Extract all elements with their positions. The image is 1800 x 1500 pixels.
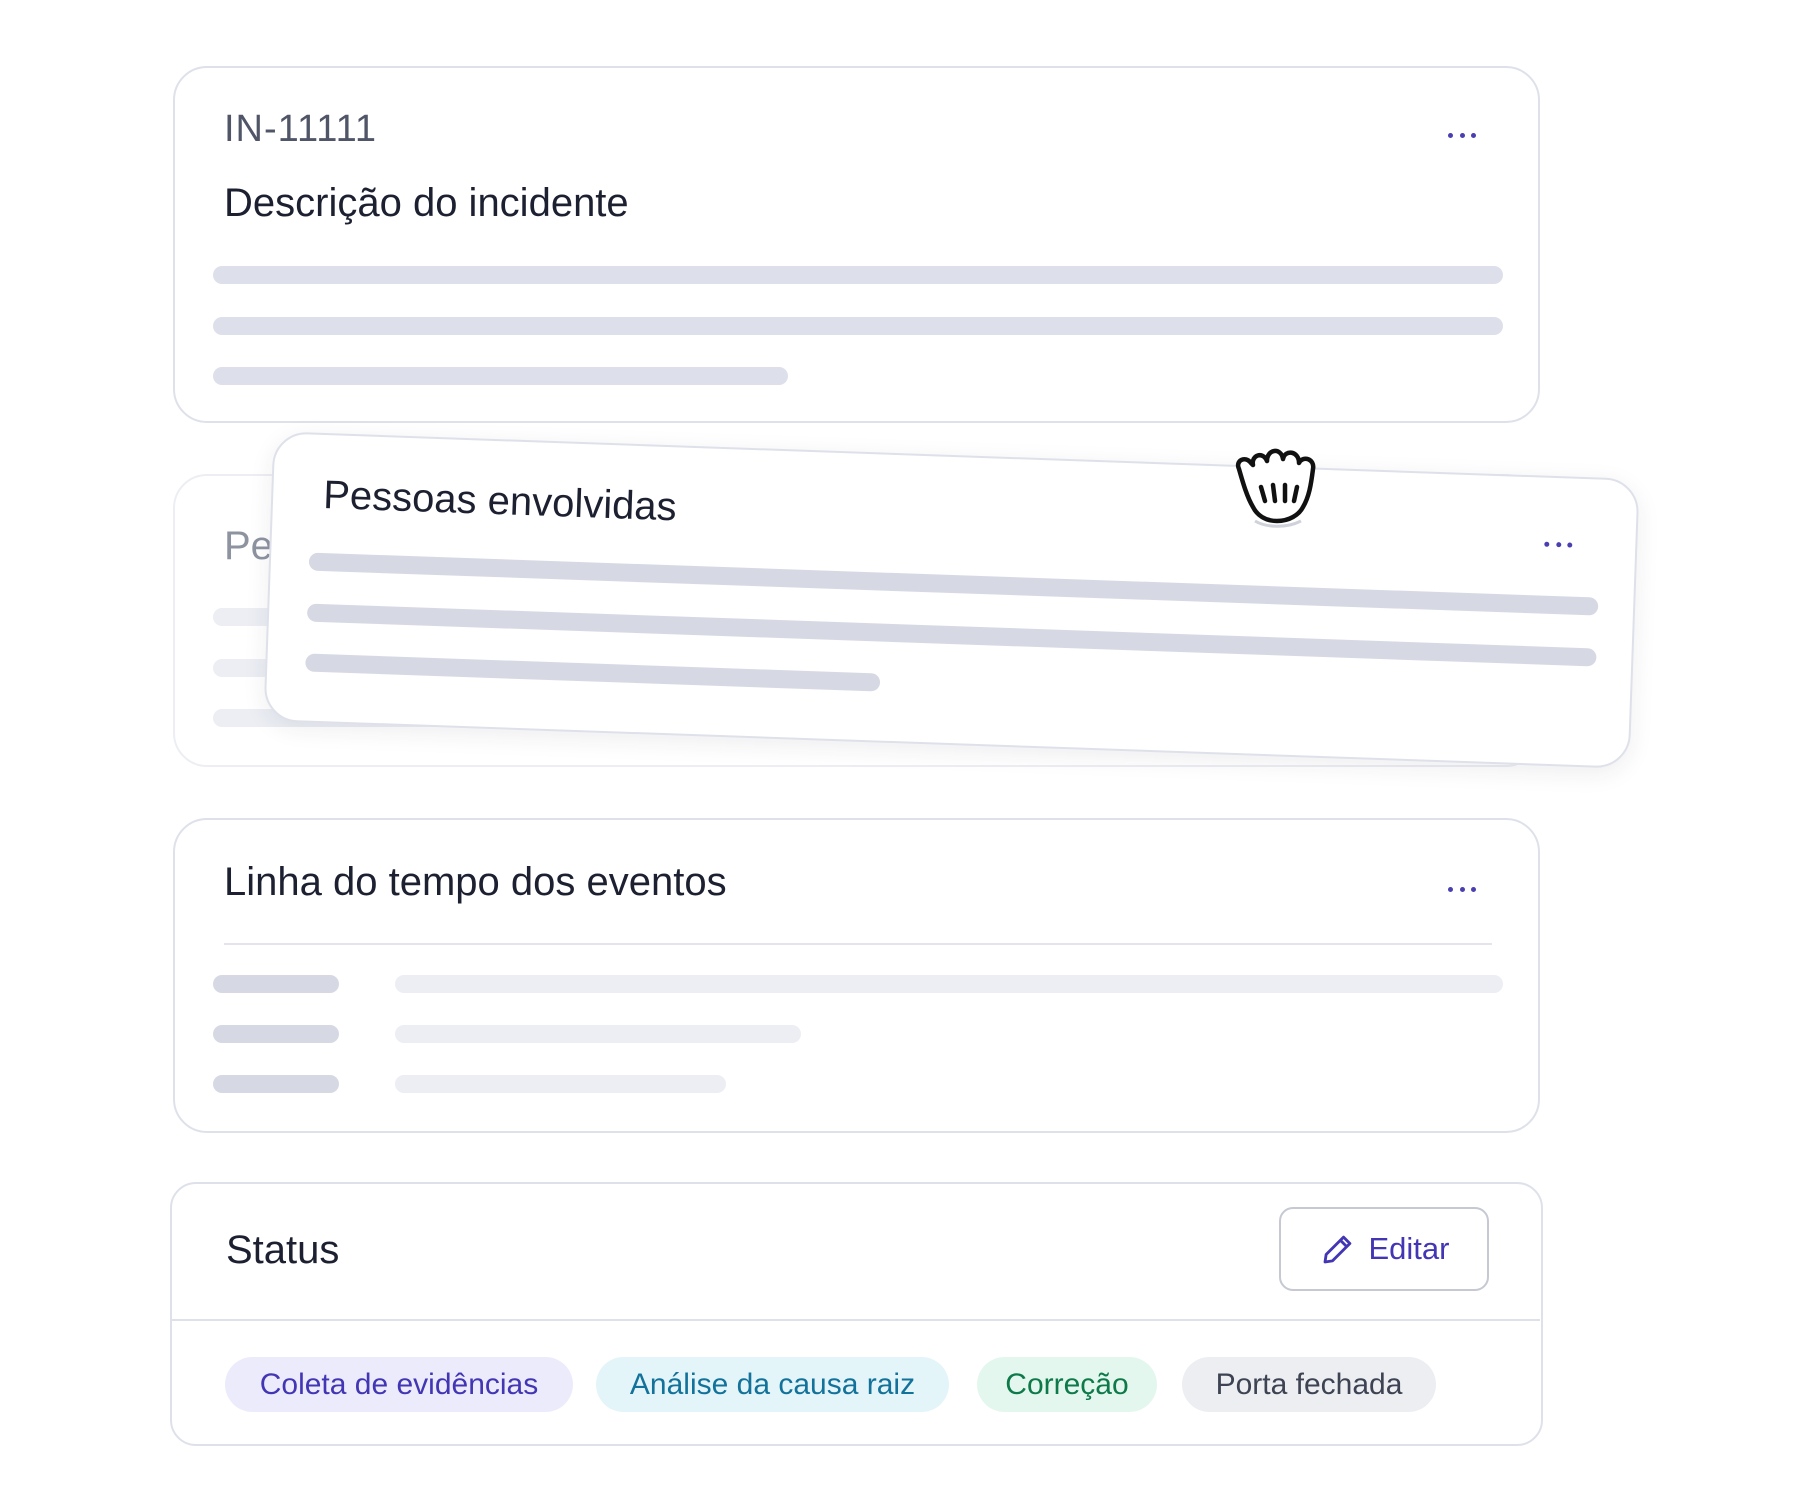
skeleton-event — [395, 1075, 726, 1093]
skeleton-line — [308, 552, 1599, 616]
events-timeline-title: Linha do tempo dos eventos — [224, 860, 727, 904]
skeleton-line — [306, 603, 1597, 667]
skeleton-line — [305, 653, 881, 692]
status-chip-root-cause[interactable]: Análise da causa raiz — [596, 1357, 949, 1412]
pencil-icon — [1323, 1235, 1351, 1264]
status-chip-door-closed[interactable]: Porta fechada — [1182, 1357, 1436, 1412]
chip-label: Análise da causa raiz — [629, 1367, 916, 1401]
chip-label: Coleta de evidências — [259, 1367, 539, 1401]
skeleton-event — [395, 975, 1503, 993]
grab-hand-cursor-icon — [1235, 448, 1316, 528]
divider — [172, 1319, 1540, 1321]
status-chip-evidence[interactable]: Coleta de evidências — [225, 1357, 573, 1412]
events-timeline-card: Linha do tempo dos eventos — [173, 818, 1540, 1133]
people-card-placeholder-title: Pe — [224, 524, 273, 568]
status-chip-correction[interactable]: Correção — [977, 1357, 1157, 1412]
skeleton-timestamp — [213, 1025, 339, 1043]
skeleton-timestamp — [213, 975, 339, 993]
status-card: Status Editar Coleta de evidências Análi… — [170, 1182, 1543, 1446]
more-options-icon[interactable] — [1448, 131, 1476, 139]
skeleton-event — [395, 1025, 801, 1043]
incident-description-card: IN-11111 Descrição do incidente — [173, 66, 1540, 423]
skeleton-line — [213, 266, 1503, 284]
incident-description-title: Descrição do incidente — [224, 181, 629, 225]
status-title: Status — [226, 1228, 340, 1272]
chip-label: Porta fechada — [1215, 1367, 1403, 1401]
divider — [224, 943, 1492, 945]
chip-label: Correção — [1005, 1367, 1129, 1401]
incident-id: IN-11111 — [224, 108, 378, 150]
skeleton-line — [213, 317, 1503, 335]
edit-button-label: Editar — [1368, 1231, 1450, 1266]
more-options-icon[interactable] — [1448, 885, 1476, 893]
skeleton-line — [213, 367, 788, 385]
people-involved-title: Pessoas envolvidas — [322, 473, 678, 530]
skeleton-timestamp — [213, 1075, 339, 1093]
people-involved-card-dragging[interactable]: Pessoas envolvidas — [263, 431, 1640, 769]
edit-button[interactable]: Editar — [1279, 1207, 1489, 1291]
more-options-icon[interactable] — [1544, 540, 1573, 549]
